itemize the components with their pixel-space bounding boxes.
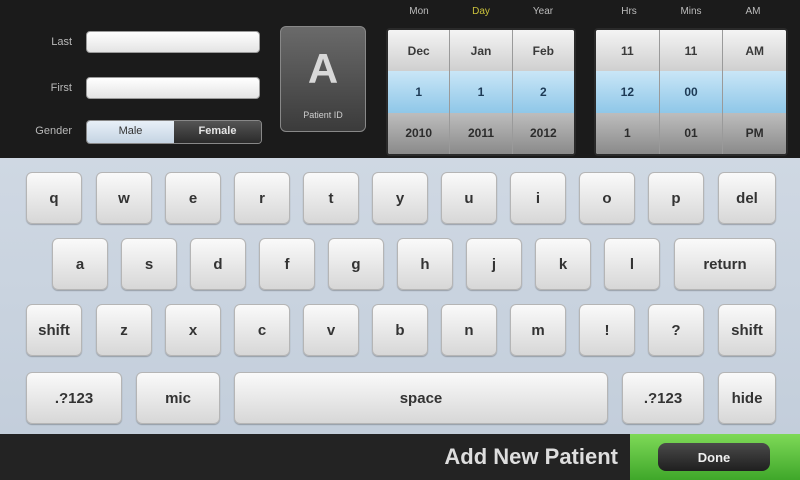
picker-cell[interactable]: 11 xyxy=(659,30,723,72)
picker-cell[interactable]: Dec xyxy=(388,30,450,72)
picker-cell-selected[interactable] xyxy=(723,71,786,113)
last-name-field[interactable] xyxy=(86,31,260,53)
key-w[interactable]: w xyxy=(96,172,152,224)
key-hide-keyboard[interactable]: hide xyxy=(718,372,776,424)
key-r[interactable]: r xyxy=(234,172,290,224)
gender-label: Gender xyxy=(35,125,72,137)
key-h[interactable]: h xyxy=(397,238,453,290)
key-a[interactable]: a xyxy=(52,238,108,290)
dob-header-day: Day xyxy=(472,6,490,17)
on-screen-keyboard: q w e r t y u i o p del a s d f g h j k … xyxy=(0,158,800,434)
picker-cell[interactable]: 11 xyxy=(596,30,659,72)
key-numbers-right[interactable]: .?123 xyxy=(622,372,704,424)
patient-id-caption: Patient ID xyxy=(303,110,343,120)
time-header-ampm: AM xyxy=(745,6,761,17)
bottom-bar: Add New Patient Done xyxy=(0,434,800,480)
time-picker[interactable]: 11 12 1 11 00 01 AM PM xyxy=(594,28,788,156)
key-z[interactable]: z xyxy=(96,304,152,356)
dob-month-wheel[interactable]: Dec 1 2010 xyxy=(388,30,451,154)
screen-title: Add New Patient xyxy=(444,444,618,469)
key-n[interactable]: n xyxy=(441,304,497,356)
key-j[interactable]: j xyxy=(466,238,522,290)
picker-cell[interactable]: PM xyxy=(723,112,786,154)
key-d[interactable]: d xyxy=(190,238,246,290)
gender-option-male[interactable]: Male xyxy=(87,121,174,143)
first-name-field[interactable] xyxy=(86,77,260,99)
dob-header-month: Mon xyxy=(409,6,429,17)
key-g[interactable]: g xyxy=(328,238,384,290)
gender-toggle[interactable]: Male Female xyxy=(86,120,262,144)
gender-option-female[interactable]: Female xyxy=(174,121,261,143)
dob-picker[interactable]: Dec 1 2010 Jan 1 2011 Feb 2 2012 xyxy=(386,28,576,156)
key-t[interactable]: t xyxy=(303,172,359,224)
key-x[interactable]: x xyxy=(165,304,221,356)
time-hour-wheel[interactable]: 11 12 1 xyxy=(596,30,660,154)
picker-cell[interactable]: 2010 xyxy=(388,112,450,154)
key-m[interactable]: m xyxy=(510,304,566,356)
done-area: Done xyxy=(630,434,800,480)
key-b[interactable]: b xyxy=(372,304,428,356)
key-shift-left[interactable]: shift xyxy=(26,304,82,356)
picker-cell-selected[interactable]: 1 xyxy=(388,71,450,113)
key-exclamation[interactable]: ! xyxy=(579,304,635,356)
dob-day-wheel[interactable]: Jan 1 2011 xyxy=(450,30,513,154)
picker-cell-selected[interactable]: 2 xyxy=(512,71,574,113)
time-header-hours: Hrs xyxy=(621,6,637,17)
key-i[interactable]: i xyxy=(510,172,566,224)
picker-cell[interactable]: AM xyxy=(723,30,786,72)
key-c[interactable]: c xyxy=(234,304,290,356)
time-minute-wheel[interactable]: 11 00 01 xyxy=(659,30,724,154)
dob-year-wheel[interactable]: Feb 2 2012 xyxy=(512,30,574,154)
done-button[interactable]: Done xyxy=(658,443,770,471)
picker-cell[interactable]: Jan xyxy=(450,30,512,72)
patient-id-button[interactable]: A Patient ID xyxy=(280,26,366,132)
key-o[interactable]: o xyxy=(579,172,635,224)
patient-form-panel: Last First Gender Male Female A Patient … xyxy=(0,0,800,158)
key-space[interactable]: space xyxy=(234,372,608,424)
key-question[interactable]: ? xyxy=(648,304,704,356)
picker-cell[interactable]: 2011 xyxy=(450,112,512,154)
time-ampm-wheel[interactable]: AM PM xyxy=(723,30,786,154)
dob-header-year: Year xyxy=(532,6,554,17)
dob-picker-headers: Mon Day Year xyxy=(388,6,574,22)
add-patient-screen: Last First Gender Male Female A Patient … xyxy=(0,0,800,480)
patient-id-icon: A xyxy=(307,45,339,92)
picker-cell-selected[interactable]: 1 xyxy=(450,71,512,113)
key-s[interactable]: s xyxy=(121,238,177,290)
key-return[interactable]: return xyxy=(674,238,776,290)
key-numbers-left[interactable]: .?123 xyxy=(26,372,122,424)
key-microphone[interactable]: mic xyxy=(136,372,220,424)
time-header-minutes: Mins xyxy=(680,6,702,17)
picker-cell-selected[interactable]: 12 xyxy=(596,71,659,113)
picker-cell[interactable]: Feb xyxy=(512,30,574,72)
first-name-label: First xyxy=(50,82,72,94)
picker-cell[interactable]: 01 xyxy=(659,112,723,154)
key-u[interactable]: u xyxy=(441,172,497,224)
time-picker-headers: Hrs Mins AM xyxy=(598,6,784,22)
key-delete[interactable]: del xyxy=(718,172,776,224)
key-e[interactable]: e xyxy=(165,172,221,224)
key-k[interactable]: k xyxy=(535,238,591,290)
picker-cell-selected[interactable]: 00 xyxy=(659,71,723,113)
key-p[interactable]: p xyxy=(648,172,704,224)
key-q[interactable]: q xyxy=(26,172,82,224)
key-f[interactable]: f xyxy=(259,238,315,290)
key-v[interactable]: v xyxy=(303,304,359,356)
key-y[interactable]: y xyxy=(372,172,428,224)
last-name-label: Last xyxy=(51,36,72,48)
picker-cell[interactable]: 1 xyxy=(596,112,659,154)
key-shift-right[interactable]: shift xyxy=(718,304,776,356)
picker-cell[interactable]: 2012 xyxy=(512,112,574,154)
key-l[interactable]: l xyxy=(604,238,660,290)
